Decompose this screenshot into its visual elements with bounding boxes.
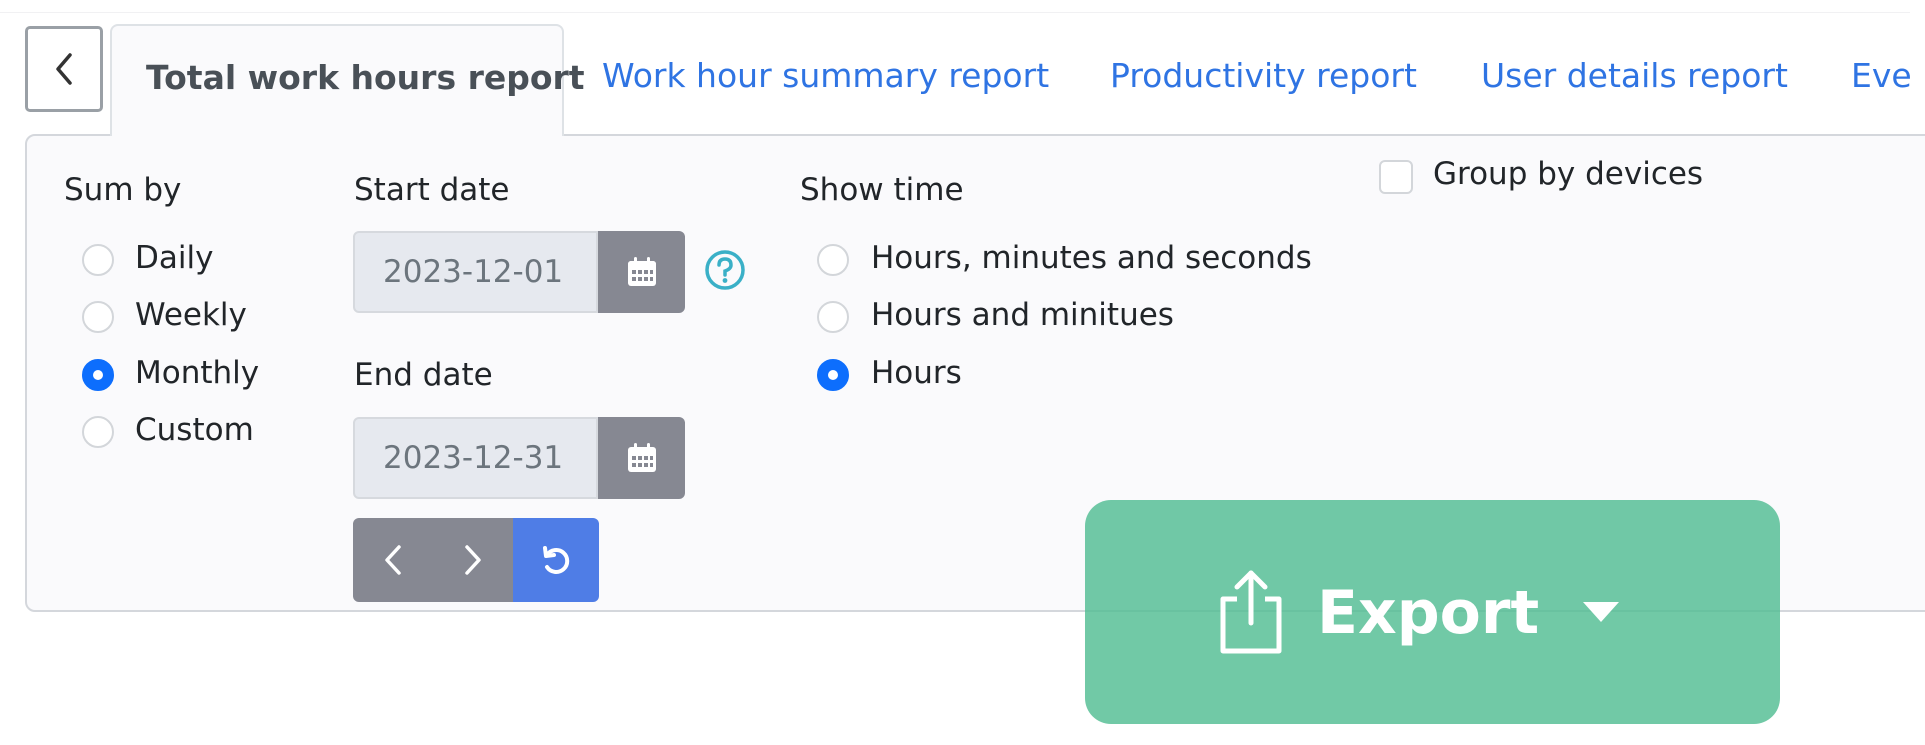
radio-hms[interactable] xyxy=(817,244,849,276)
show-time-label: Show time xyxy=(800,172,964,208)
chevron-left-icon xyxy=(56,53,72,85)
tab-total-work-hours[interactable]: Total work hours report xyxy=(110,24,585,136)
tab-work-hour-summary[interactable]: Work hour summary report xyxy=(602,56,1049,95)
radio-custom-label: Custom xyxy=(135,412,254,448)
radio-monthly-label: Monthly xyxy=(135,355,260,391)
group-by-devices-checkbox[interactable] xyxy=(1379,160,1413,194)
share-upload-icon xyxy=(1220,570,1282,654)
chevron-left-icon xyxy=(385,545,401,575)
start-date-label: Start date xyxy=(354,172,510,208)
next-period-button[interactable] xyxy=(433,518,513,602)
end-date-input[interactable]: 2023-12-31 xyxy=(353,417,598,499)
export-label: Export xyxy=(1317,578,1540,648)
radio-hours[interactable] xyxy=(817,359,849,391)
calendar-icon xyxy=(627,443,656,472)
calendar-icon xyxy=(627,257,656,286)
tab-user-details[interactable]: User details report xyxy=(1481,56,1788,95)
end-date-label: End date xyxy=(354,357,493,393)
question-circle-icon[interactable] xyxy=(704,249,746,291)
previous-period-button[interactable] xyxy=(353,518,433,602)
tab-productivity[interactable]: Productivity report xyxy=(1110,56,1417,95)
reset-icon xyxy=(543,546,570,574)
radio-monthly[interactable] xyxy=(82,359,114,391)
start-date-input[interactable]: 2023-12-01 xyxy=(353,231,598,313)
sum-by-label: Sum by xyxy=(64,172,182,208)
radio-custom[interactable] xyxy=(82,416,114,448)
chevron-right-icon xyxy=(465,545,481,575)
radio-hm[interactable] xyxy=(817,301,849,333)
date-navigation-group xyxy=(353,518,599,602)
radio-daily-label: Daily xyxy=(135,240,214,276)
back-button[interactable] xyxy=(25,26,103,112)
radio-hours-label: Hours xyxy=(871,355,962,391)
radio-weekly[interactable] xyxy=(82,301,114,333)
top-divider xyxy=(0,12,1910,13)
export-button[interactable]: Export xyxy=(1085,500,1780,724)
radio-weekly-label: Weekly xyxy=(135,297,247,333)
radio-daily[interactable] xyxy=(82,244,114,276)
caret-down-icon[interactable] xyxy=(1581,600,1621,624)
radio-hms-label: Hours, minutes and seconds xyxy=(871,240,1312,276)
group-by-devices-label: Group by devices xyxy=(1433,156,1704,192)
end-date-calendar-button[interactable] xyxy=(598,417,685,499)
tab-events-partial[interactable]: Eve xyxy=(1851,56,1912,95)
start-date-calendar-button[interactable] xyxy=(598,231,685,313)
reset-period-button[interactable] xyxy=(513,518,599,602)
tab-label: Total work hours report xyxy=(146,58,585,97)
radio-hm-label: Hours and minitues xyxy=(871,297,1174,333)
